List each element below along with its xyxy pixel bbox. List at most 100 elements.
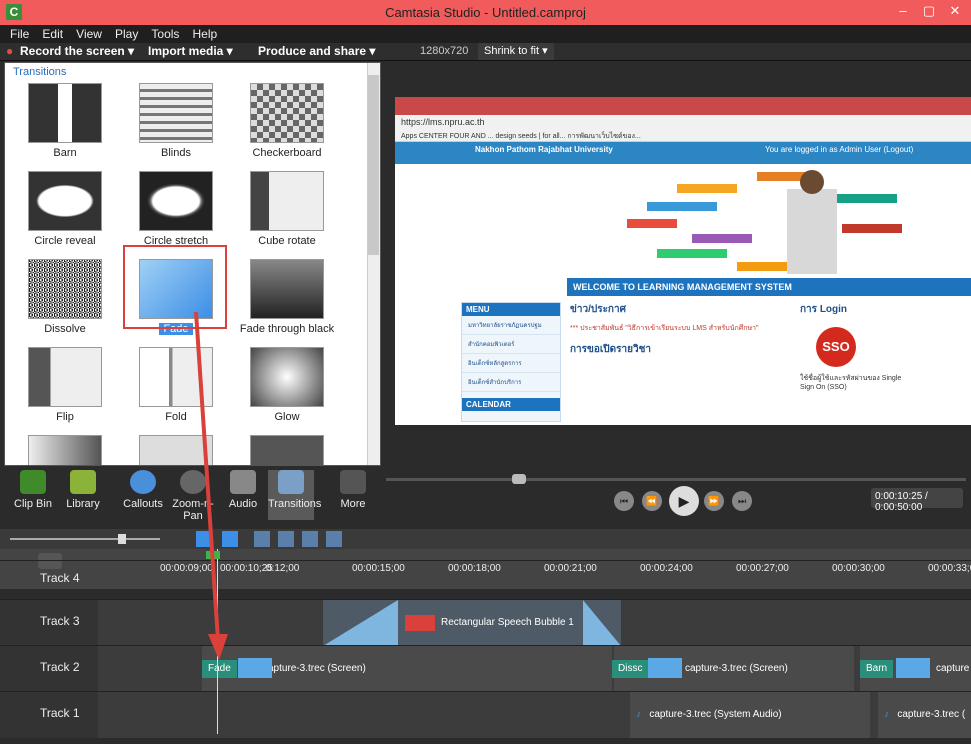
- clip-thumbnail: [648, 658, 682, 678]
- main-toolbar: ● Record the screen ▾ Import media ▾ Pro…: [0, 43, 971, 61]
- menu-edit[interactable]: Edit: [42, 27, 63, 41]
- skip-forward-icon[interactable]: ⏭: [732, 491, 752, 511]
- dissolve-thumb: [28, 259, 102, 319]
- cut-icon[interactable]: [254, 531, 270, 547]
- paste-icon[interactable]: [326, 531, 342, 547]
- track-2: Track 2 capture-3.trec (Screen) Fade cap…: [0, 645, 971, 692]
- tab-clip-bin[interactable]: Clip Bin: [10, 470, 56, 520]
- transition-circle-reveal[interactable]: Circle reveal: [15, 171, 115, 259]
- menu-play[interactable]: Play: [115, 27, 138, 41]
- sso-text: ใช้ชื่อผู้ใช้และรหัสผ่านของ Single Sign …: [800, 375, 902, 391]
- zoom-dropdown[interactable]: Shrink to fit ▾: [478, 43, 554, 60]
- site-menu: MENU มหาวิทยาลัยราชภัฏนครปฐม สำนักคอมพิว…: [461, 302, 561, 422]
- transition-dissolve[interactable]: Dissolve: [15, 259, 115, 347]
- transition-fade-through-black[interactable]: Fade through black: [237, 259, 337, 347]
- panel-scrollbar[interactable]: [367, 63, 380, 465]
- copy-icon[interactable]: [302, 531, 318, 547]
- menu-view[interactable]: View: [76, 27, 102, 41]
- tab-label: Zoom-n-Pan: [172, 498, 214, 522]
- blinds-thumb: [139, 83, 213, 143]
- welcome-bar: WELCOME TO LEARNING MANAGEMENT SYSTEM: [567, 278, 971, 296]
- transition-glow[interactable]: Glow: [237, 347, 337, 435]
- track-body[interactable]: Rectangular Speech Bubble 1: [98, 600, 971, 646]
- transition-label: Cube rotate: [258, 235, 316, 247]
- tab-zoom-n-pan[interactable]: Zoom-n-Pan: [170, 470, 216, 522]
- menu-file[interactable]: File: [10, 27, 29, 41]
- circle-stretch-thumb: [139, 171, 213, 231]
- menu-tools[interactable]: Tools: [151, 27, 179, 41]
- transition-fold[interactable]: Fold: [126, 347, 226, 435]
- tab-library[interactable]: Library: [60, 470, 106, 520]
- tab-label: Clip Bin: [14, 498, 52, 510]
- import-media-button[interactable]: Import media ▾: [148, 44, 233, 58]
- transition-blinds[interactable]: Blinds: [126, 83, 226, 171]
- tab-transitions[interactable]: Transitions: [268, 470, 321, 520]
- rewind-icon[interactable]: ⏪: [642, 491, 662, 511]
- preview-canvas[interactable]: https://lms.npru.ac.th Apps CENTER FOUR …: [395, 97, 971, 425]
- playhead-handle[interactable]: [206, 551, 220, 559]
- zoom-slider[interactable]: [10, 538, 160, 540]
- audio-clip[interactable]: ♪ capture-3.trec (System Audio): [630, 692, 870, 738]
- scrub-handle[interactable]: [512, 474, 526, 484]
- transition-partial[interactable]: [126, 435, 226, 465]
- dissolve-transition-clip[interactable]: Dissc: [612, 660, 649, 678]
- redo-icon[interactable]: [222, 531, 238, 547]
- menu-link: มหาวิทยาลัยราชภัฏนครปฐม: [462, 316, 560, 335]
- login-section: การ Login SSO ใช้ชื่อผู้ใช้และรหัสผ่านขอ…: [800, 302, 910, 422]
- audio-clip[interactable]: ♪ capture-3.trec (: [878, 692, 971, 738]
- zoom-slider-handle[interactable]: [118, 534, 126, 544]
- tab-more[interactable]: More: [330, 470, 376, 520]
- scrollbar-thumb[interactable]: [368, 75, 379, 255]
- fast-forward-icon[interactable]: ⏩: [704, 491, 724, 511]
- minimize-button[interactable]: –: [890, 3, 916, 18]
- record-screen-button[interactable]: Record the screen ▾: [20, 44, 134, 58]
- clip-thumbnail: [238, 658, 272, 678]
- scrub-bar[interactable]: [386, 478, 966, 481]
- track-label: Track 1: [0, 692, 98, 738]
- transition-label: Fade through black: [239, 323, 335, 335]
- clip-label: capture-3.trec (System Audio): [649, 709, 782, 720]
- produce-share-button[interactable]: Produce and share ▾: [258, 44, 375, 58]
- transition-flip[interactable]: Flip: [15, 347, 115, 435]
- barn-transition-clip[interactable]: Barn: [860, 660, 894, 678]
- news-text: *** ประชาสัมพันธ์ "วิธีการเข้าเรียนระบบ …: [570, 325, 759, 332]
- callout-clip[interactable]: Rectangular Speech Bubble 1: [323, 600, 621, 646]
- playhead-line[interactable]: [217, 549, 218, 734]
- fade-transition-clip[interactable]: Fade: [202, 660, 237, 678]
- skip-back-icon[interactable]: ⏮: [614, 491, 634, 511]
- maximize-button[interactable]: ▢: [916, 3, 942, 19]
- partial-thumb: [139, 435, 213, 465]
- undo-icon[interactable]: [196, 531, 212, 547]
- menu-heading: MENU: [462, 303, 560, 316]
- browser-address-bar: https://lms.npru.ac.th: [395, 115, 971, 130]
- tab-label: More: [340, 498, 366, 510]
- play-button[interactable]: ▶: [669, 486, 699, 516]
- close-button[interactable]: ✕: [942, 3, 968, 19]
- transitions-panel: Transitions Barn Blinds Checkerboard Cir…: [4, 62, 381, 466]
- news-title: ข่าว/ประกาศ: [570, 304, 626, 315]
- transition-label: Blinds: [161, 147, 191, 159]
- transition-label: Flip: [56, 411, 74, 423]
- tool-tabs: Clip Bin Library Callouts Zoom-n-Pan Aud…: [4, 466, 381, 526]
- menu-link: สำนักคอมพิวเตอร์: [462, 335, 560, 354]
- tab-callouts[interactable]: Callouts: [120, 470, 166, 520]
- timecode-display: 0:00:10:25 / 0:00:50:00: [871, 488, 963, 513]
- checkerboard-thumb: [250, 83, 324, 143]
- library-icon: [70, 470, 96, 494]
- track-body[interactable]: capture-3.trec (Screen) Fade capture-3.t…: [98, 646, 971, 692]
- transition-partial[interactable]: [237, 435, 337, 465]
- transition-cube-rotate[interactable]: Cube rotate: [237, 171, 337, 259]
- tab-audio[interactable]: Audio: [220, 470, 266, 520]
- transition-partial[interactable]: [15, 435, 115, 465]
- transition-label: Barn: [53, 147, 77, 159]
- menu-link: อินเด็กซ์หลักสูตรการ: [462, 354, 560, 373]
- track-body[interactable]: ♪ capture-3.trec (System Audio) ♪ captur…: [98, 692, 971, 738]
- menu-help[interactable]: Help: [193, 27, 218, 41]
- split-icon[interactable]: [278, 531, 294, 547]
- transition-checkerboard[interactable]: Checkerboard: [237, 83, 337, 171]
- tab-label: Audio: [228, 498, 258, 510]
- partial-thumb: [250, 435, 324, 465]
- track-3: Track 3 Rectangular Speech Bubble 1: [0, 599, 971, 646]
- transition-barn[interactable]: Barn: [15, 83, 115, 171]
- clip-label: capture: [936, 663, 970, 674]
